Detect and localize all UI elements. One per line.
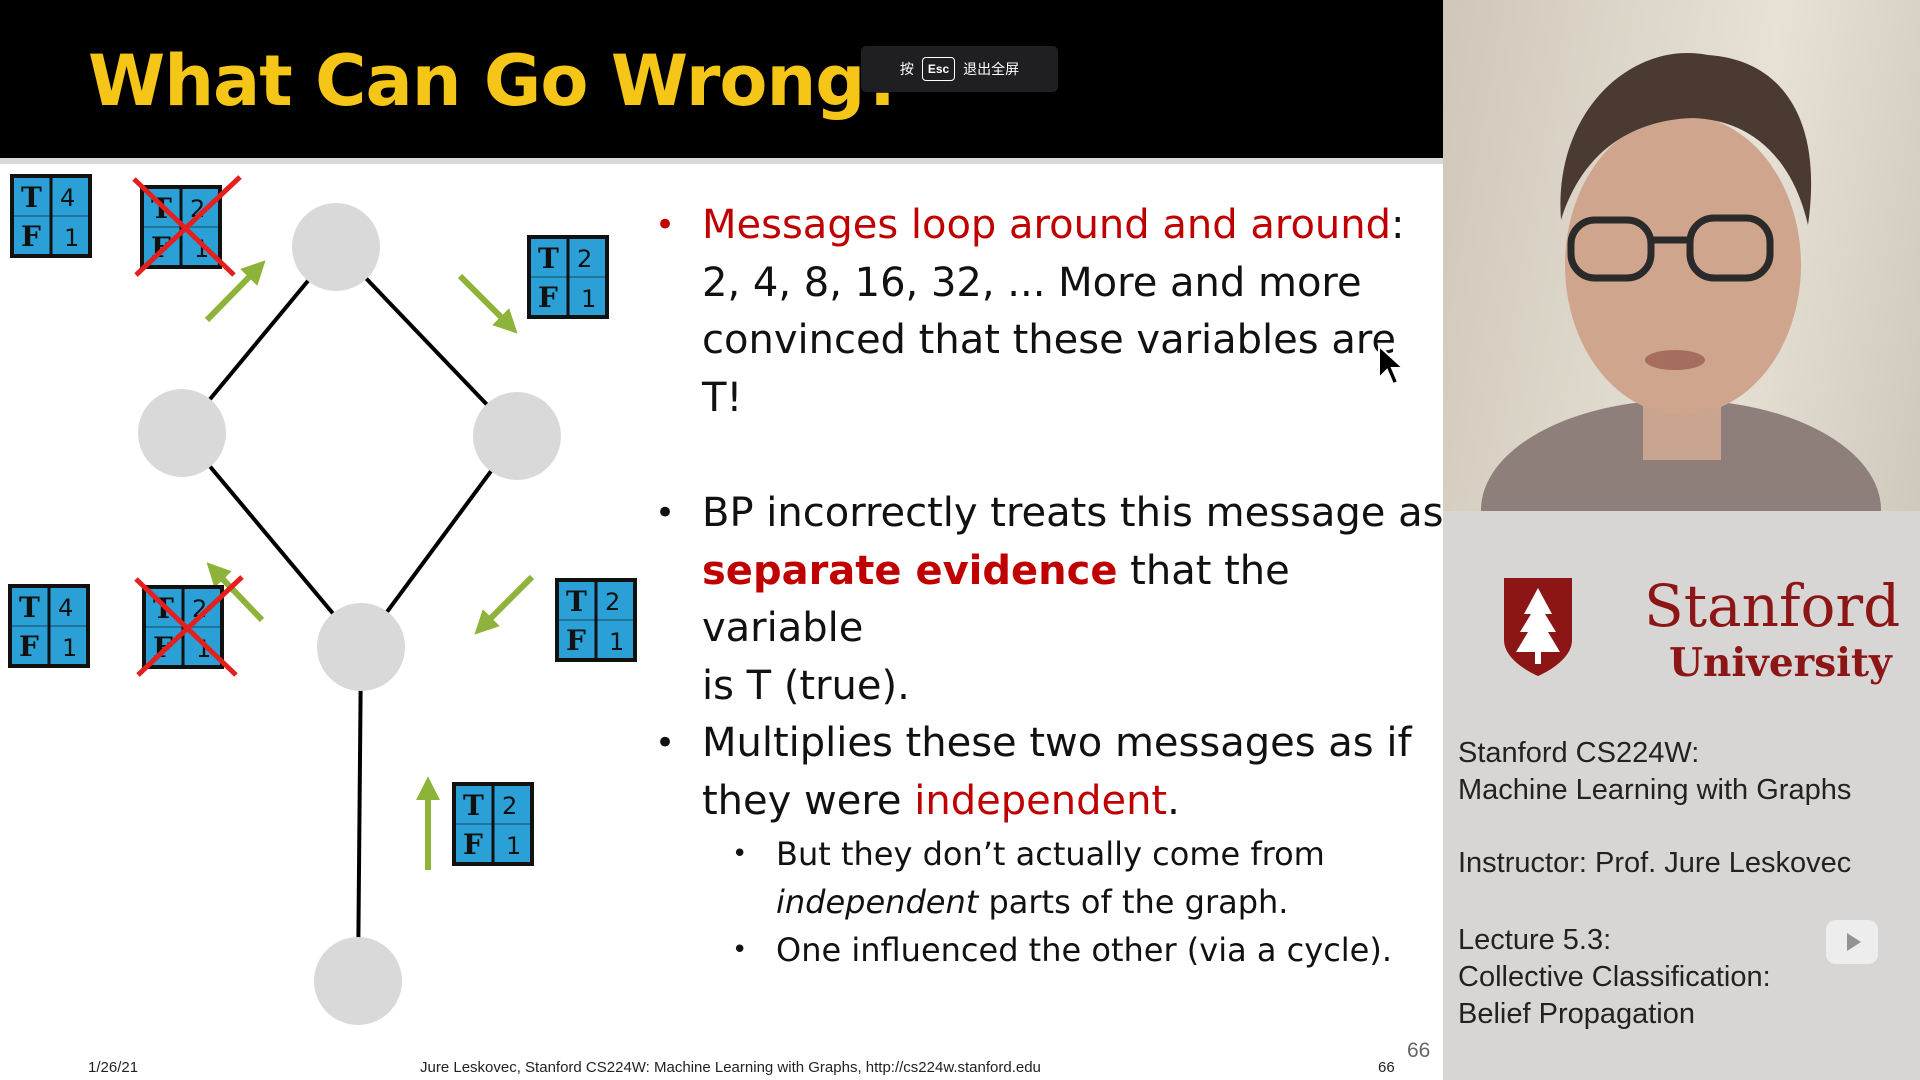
esc-hint-prefix: 按 (899, 61, 914, 77)
exit-fullscreen-hint[interactable]: 按 Esc 退出全屏 (861, 46, 1058, 92)
crossed-message-box: TF21 (134, 575, 244, 677)
tf-value-f: 1 (581, 285, 596, 313)
bullet-text: One influenced the other (via a cycle). (776, 931, 1393, 969)
graph-edge (356, 646, 363, 982)
graph-node (473, 392, 561, 480)
stanford-wordmark: Stanford (1644, 572, 1901, 640)
title-bar: What Can Go Wrong? 按 Esc 退出全屏 (0, 0, 1443, 158)
bullet-dot-icon: • (655, 205, 676, 245)
university-wordmark: University (1669, 640, 1892, 686)
bullet-highlight: separate evidence (702, 547, 1118, 594)
bullet-italic: independent (776, 883, 979, 921)
graph-node (314, 937, 402, 1025)
message-box: TF2 1 (452, 782, 534, 866)
bullet-dot-icon: • (655, 493, 676, 533)
stanford-logo: Stanford University (1498, 570, 1901, 690)
graph-node (292, 203, 380, 291)
crossed-message-box: TF21 (132, 175, 242, 277)
message-box: TF4 1 (8, 584, 90, 668)
tf-label-f: F (566, 624, 586, 657)
bullet-text: But they don’t actually come from (776, 835, 1325, 873)
play-button[interactable] (1826, 913, 1878, 964)
graph-diagram: TF41 TF21 TF21 TF41 TF21 TF21 TF21 (8, 174, 637, 1025)
course-name-line2: Machine Learning with Graphs (1458, 774, 1852, 806)
tf-label-f: F (21, 220, 41, 253)
tf-label-f: F (463, 828, 483, 861)
bullet-item: • Multiplies these two messages as if th… (655, 715, 1443, 830)
stanford-tree-icon (1504, 578, 1572, 676)
esc-key-icon: Esc (921, 57, 956, 81)
sub-bullet-item: • But they don’t actually come from inde… (655, 830, 1443, 926)
bullet-text: 2, 4, 8, 16, 32, ... More and more (702, 259, 1362, 306)
bullet-dot-icon: • (732, 935, 748, 965)
message-box: TF4 1 (10, 174, 92, 258)
bullet-text: is T (true). (702, 662, 910, 709)
bullet-text: Multiplies these two messages as if (702, 720, 1412, 766)
bullet-highlight: independent (914, 777, 1168, 824)
bullet-text: they were (702, 777, 915, 824)
sub-bullet-item: • One influenced the other (via a cycle)… (655, 926, 1443, 974)
message-arrow-icon (457, 273, 518, 334)
bullet-dot-icon: • (655, 723, 676, 763)
bullet-dot-icon: • (732, 839, 748, 869)
instructor-name: Instructor: Prof. Jure Leskovec (1458, 847, 1852, 879)
message-box: TF2 1 (555, 578, 637, 662)
tf-value-t: 4 (58, 594, 73, 622)
lecture-topic: Collective Classification: (1458, 961, 1771, 993)
video-side-panel: Stanford University Stanford CS224W: Mac… (1443, 0, 1920, 1080)
slide-page-number: 66 (1407, 1039, 1431, 1062)
lecture-subtopic: Belief Propagation (1458, 998, 1695, 1030)
tf-label-t: T (21, 181, 42, 214)
play-icon (1840, 913, 1864, 951)
message-arrow-icon (474, 574, 535, 635)
slide: What Can Go Wrong? 按 Esc 退出全屏 T F 4 1 F … (0, 0, 1443, 1080)
tf-value-t: 4 (60, 184, 75, 212)
footer-date: 1/26/21 (88, 1059, 139, 1076)
bullet-text: BP incorrectly treats this message as (702, 490, 1443, 536)
tf-value-f: 1 (506, 832, 521, 860)
esc-hint-suffix: 退出全屏 (963, 61, 1020, 77)
tf-value-t: 2 (577, 245, 592, 273)
tf-value-f: 1 (609, 628, 624, 656)
bullet-text: parts of the graph. (978, 883, 1289, 921)
lecture-number: Lecture 5.3: (1458, 924, 1612, 956)
instructor-avatar (1481, 52, 1881, 511)
course-name-line1: Stanford CS224W: (1458, 737, 1700, 769)
bullet-item: • BP incorrectly treats this message as … (655, 485, 1443, 715)
tf-label-t: T (538, 242, 559, 275)
bullet-text: convinced that these variables are T! (702, 317, 1397, 421)
bullet-list: • Messages loop around and around: 2, 4,… (655, 197, 1443, 974)
tf-value-t: 2 (605, 588, 620, 616)
bullet-text: : (1391, 202, 1405, 248)
tf-value-f: 1 (64, 224, 79, 252)
tf-label-f: F (538, 281, 558, 314)
tf-label-t: T (566, 585, 587, 618)
graph-node (138, 389, 226, 477)
footer-page-number: 66 (1378, 1059, 1395, 1076)
bullet-text: . (1167, 777, 1180, 824)
slide-title: What Can Go Wrong? (88, 40, 905, 122)
footer-citation: Jure Leskovec, Stanford CS224W: Machine … (420, 1059, 1041, 1076)
bullet-item: • Messages loop around and around: 2, 4,… (655, 197, 1443, 427)
tf-label-t: T (463, 789, 484, 822)
mouse-cursor-icon (1378, 343, 1406, 386)
tf-value-t: 2 (502, 792, 517, 820)
bullet-highlight: Messages loop around and around (702, 202, 1392, 248)
instructor-webcam (1443, 0, 1920, 511)
tf-label-f: F (19, 630, 39, 663)
message-box: TF2 1 (527, 235, 609, 319)
tf-value-f: 1 (62, 634, 77, 662)
graph-node (317, 603, 405, 691)
tf-label-t: T (19, 591, 40, 624)
